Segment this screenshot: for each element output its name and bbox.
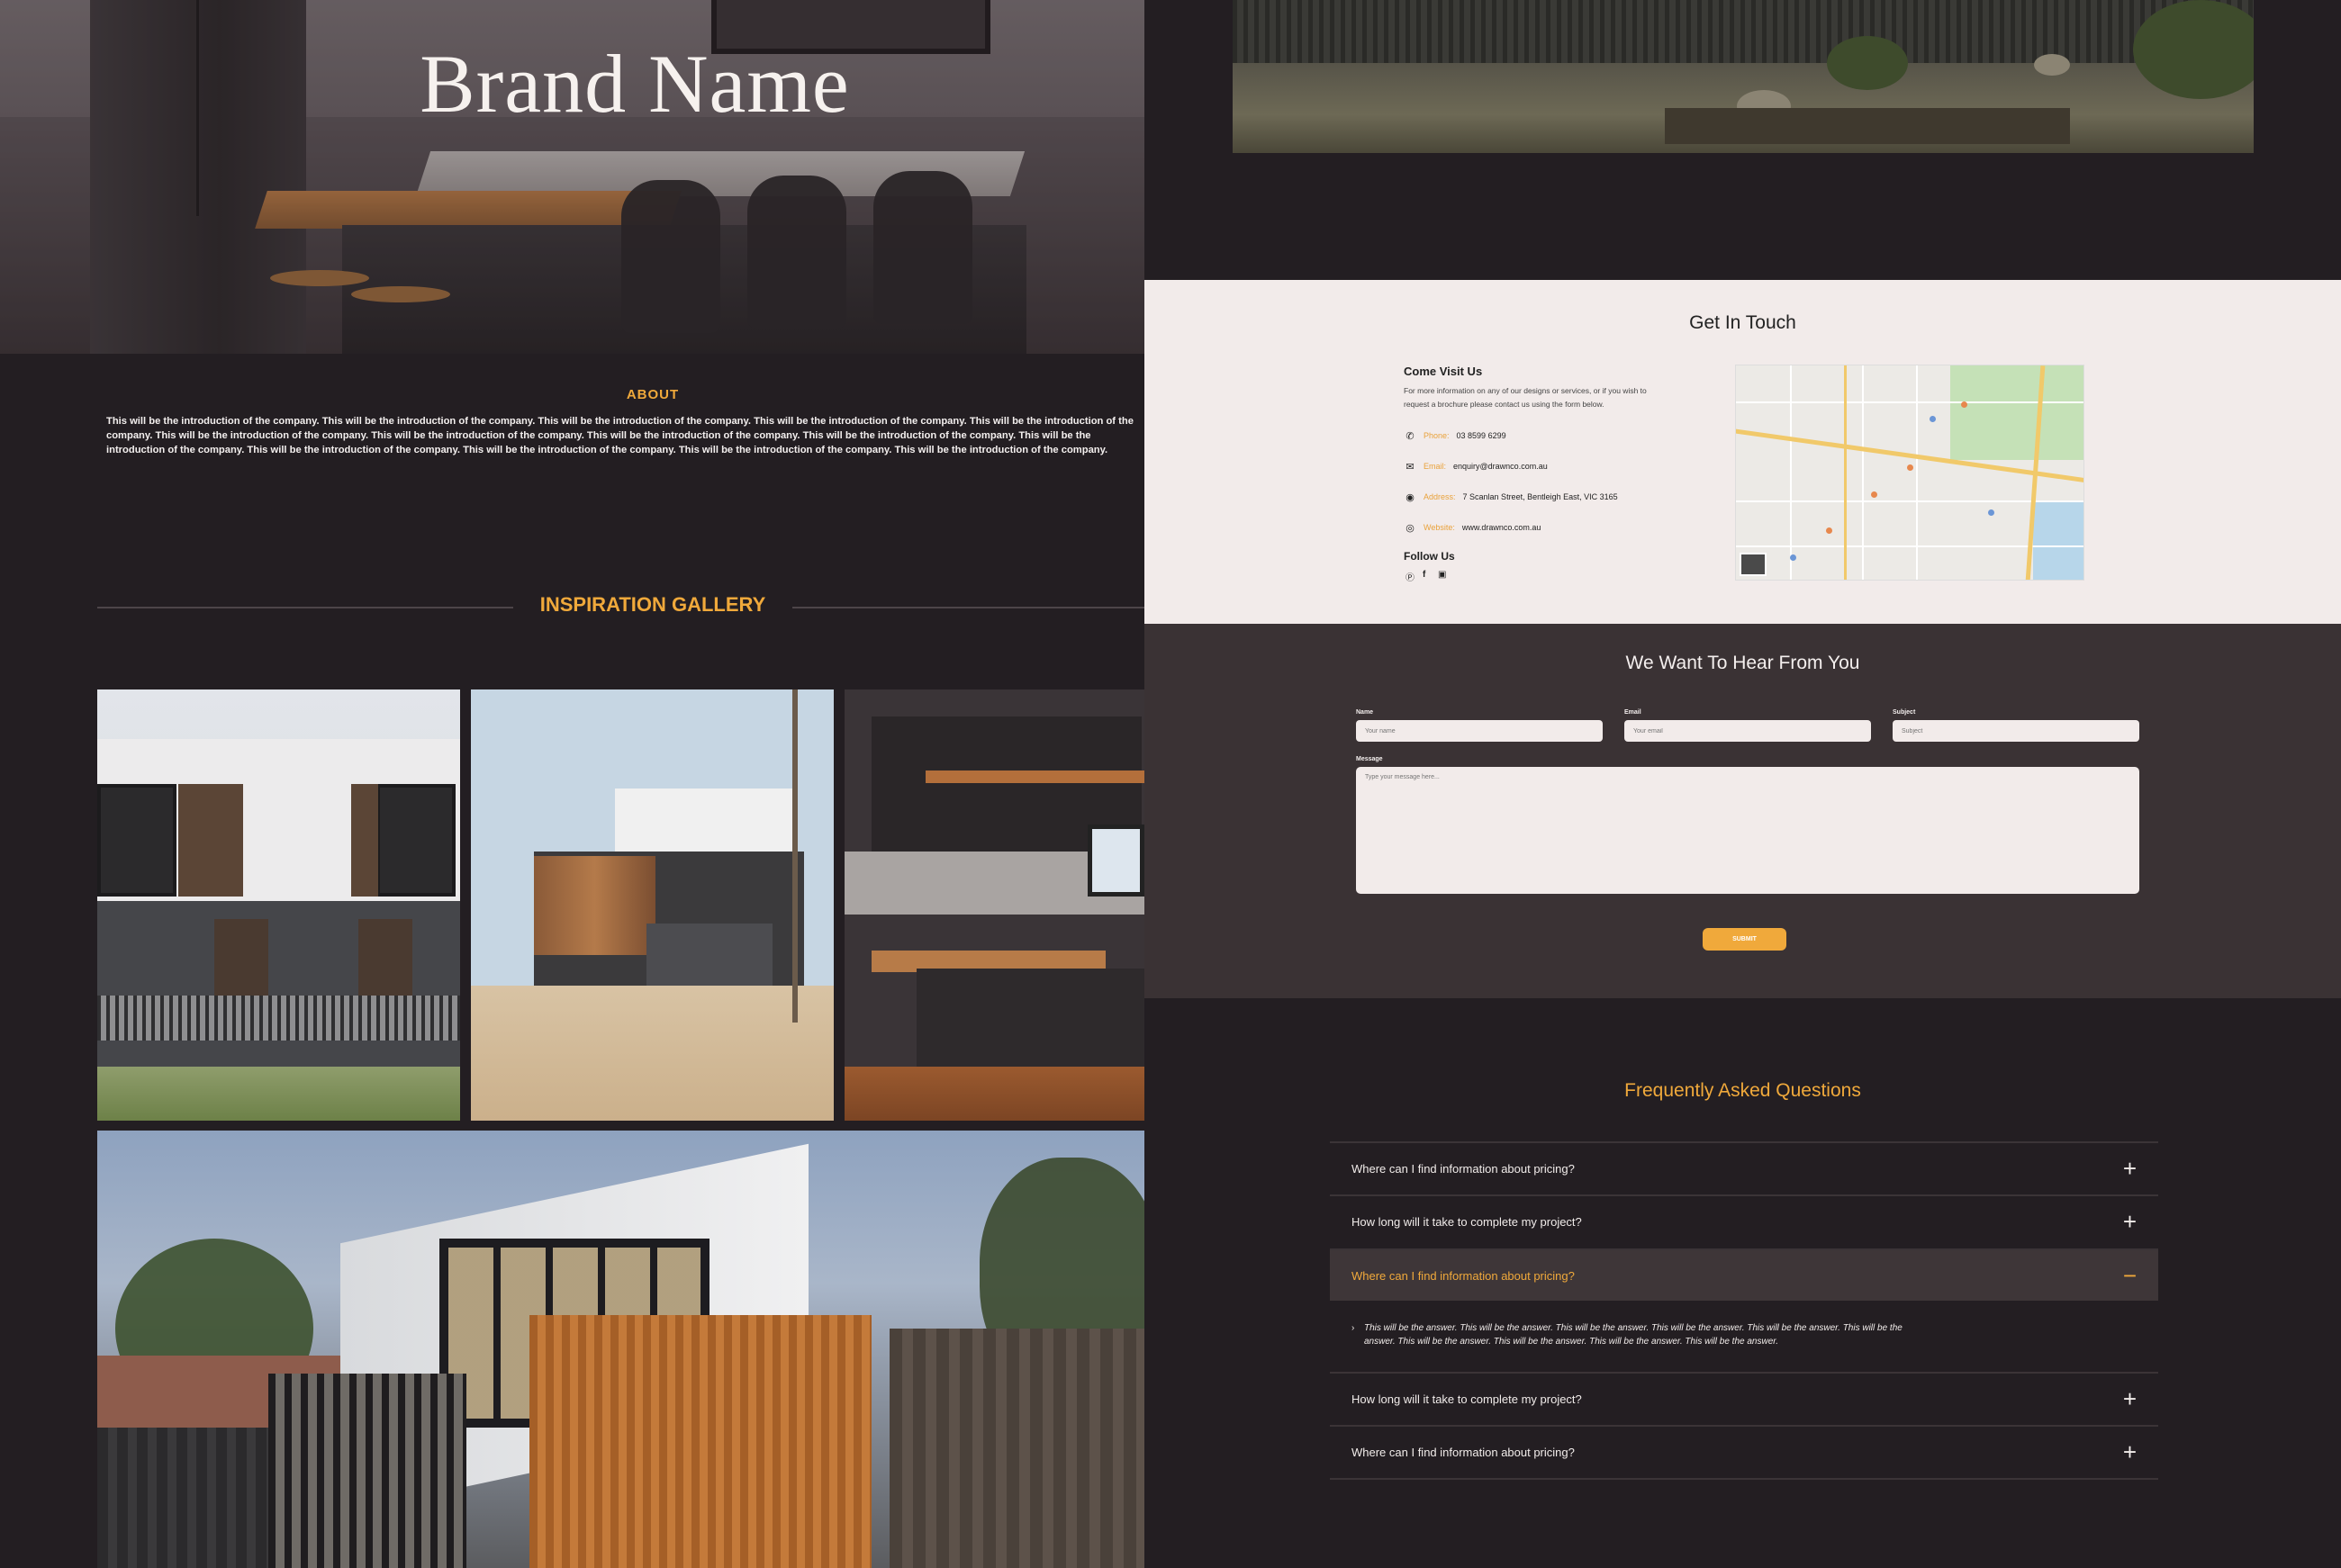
- facebook-icon[interactable]: f: [1423, 570, 1425, 580]
- street-address: 7 Scanlan Street, Bentleigh East, VIC 31…: [1462, 492, 1618, 501]
- plus-icon[interactable]: +: [2123, 1387, 2137, 1410]
- faq-answer-text: This will be the answer. This will be th…: [1364, 1323, 1903, 1347]
- faq-item-5[interactable]: Where can I find information about prici…: [1330, 1425, 2158, 1477]
- gallery-divider-right: [792, 607, 1144, 608]
- subject-input[interactable]: [1893, 720, 2139, 742]
- submit-button[interactable]: SUBMIT: [1703, 928, 1786, 951]
- faq-item-4[interactable]: How long will it take to complete my pro…: [1330, 1372, 2158, 1424]
- phone-number: 03 8599 6299: [1456, 431, 1506, 440]
- message-label: Message: [1356, 756, 1383, 762]
- about-text: This will be the introduction of the com…: [106, 416, 1134, 455]
- email-input[interactable]: [1624, 720, 1871, 742]
- contact-address: ◉ Address: 7 Scanlan Street, Bentleigh E…: [1404, 491, 1618, 503]
- gallery-photo-townhouse[interactable]: [97, 689, 460, 1121]
- subject-label: Subject: [1893, 709, 1916, 716]
- location-pin-icon: ◉: [1406, 491, 1415, 503]
- gallery-divider-left: [97, 607, 513, 608]
- name-input[interactable]: [1356, 720, 1603, 742]
- location-map[interactable]: [1735, 365, 2084, 581]
- website-url: www.drawnco.com.au: [1461, 523, 1541, 532]
- faq-question: Where can I find information about prici…: [1351, 1161, 1575, 1176]
- form-heading: We Want To Hear From You: [1625, 653, 1860, 673]
- visit-description: For more information on any of our desig…: [1404, 386, 1647, 409]
- visit-heading: Come Visit Us: [1404, 365, 1483, 378]
- faq-heading: Frequently Asked Questions: [1624, 1080, 1861, 1101]
- contact-heading: Get In Touch: [1689, 312, 1796, 333]
- landscape-photo: [1233, 0, 2254, 153]
- gallery-photo-modern-house[interactable]: [471, 689, 834, 1121]
- contact-form-section: We Want To Hear From You Name Email Subj…: [1144, 624, 2341, 998]
- faq-item-2[interactable]: How long will it take to complete my pro…: [1330, 1194, 2158, 1247]
- faq-item-1[interactable]: Where can I find information about prici…: [1330, 1141, 2158, 1194]
- message-textarea[interactable]: [1356, 767, 2139, 894]
- email-label: Email: [1624, 709, 1641, 716]
- faq-answer: › This will be the answer. This will be …: [1351, 1321, 1910, 1348]
- brand-name: Brand Name: [420, 38, 850, 130]
- plus-icon[interactable]: +: [2123, 1157, 2137, 1180]
- gallery-photo-kitchen[interactable]: [845, 689, 1144, 1121]
- phone-icon: ✆: [1406, 430, 1415, 442]
- gallery-photo-house-exterior[interactable]: [97, 1131, 1144, 1568]
- faq-bottom-divider: [1330, 1478, 2158, 1480]
- globe-icon: ◎: [1406, 522, 1415, 534]
- plus-icon[interactable]: +: [2123, 1440, 2137, 1464]
- left-page-column: Brand Name ABOUT This will be the introd…: [0, 0, 1144, 1568]
- gallery-heading: INSPIRATION GALLERY: [539, 593, 766, 616]
- pinterest-icon[interactable]: Ⓟ: [1406, 570, 1415, 583]
- right-page-column: Get In Touch Come Visit Us For more info…: [1144, 0, 2341, 1568]
- faq-question: Where can I find information about prici…: [1351, 1445, 1575, 1459]
- name-label: Name: [1356, 709, 1374, 716]
- mail-icon: ✉: [1406, 461, 1415, 473]
- minus-icon[interactable]: −: [2123, 1264, 2137, 1287]
- contact-phone[interactable]: ✆ Phone: 03 8599 6299: [1404, 429, 1506, 442]
- instagram-icon[interactable]: ▣: [1438, 570, 1446, 580]
- contact-section: Get In Touch Come Visit Us For more info…: [1144, 280, 2341, 624]
- contact-email[interactable]: ✉ Email: enquiry@drawnco.com.au: [1404, 460, 1548, 473]
- chevron-right-icon: ›: [1351, 1323, 1355, 1333]
- map-thumbnail[interactable]: [1740, 553, 1767, 576]
- contact-website[interactable]: ◎ Website: www.drawnco.com.au: [1404, 521, 1541, 534]
- plus-icon[interactable]: +: [2123, 1210, 2137, 1233]
- follow-heading: Follow Us: [1404, 550, 1455, 563]
- faq-item-3-expanded[interactable]: Where can I find information about prici…: [1330, 1248, 2158, 1301]
- faq-question: Where can I find information about prici…: [1351, 1268, 1575, 1283]
- about-heading: ABOUT: [626, 387, 680, 402]
- faq-question: How long will it take to complete my pro…: [1351, 1214, 1582, 1229]
- faq-question: How long will it take to complete my pro…: [1351, 1392, 1582, 1406]
- email-address: enquiry@drawnco.com.au: [1453, 462, 1548, 471]
